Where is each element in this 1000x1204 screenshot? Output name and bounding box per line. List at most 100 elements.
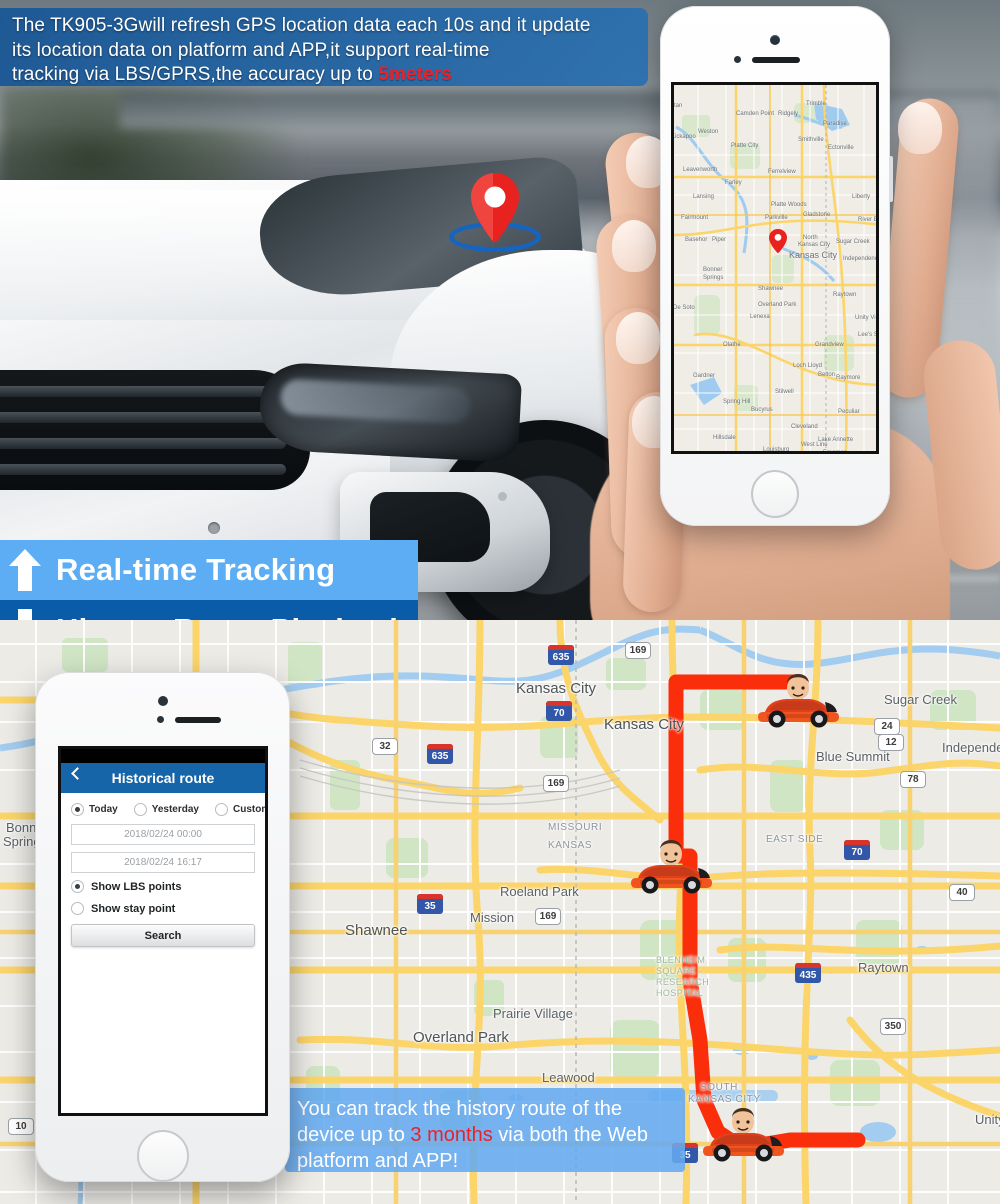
phone-map-label: Smithville — [798, 137, 824, 143]
range-option-yesterday[interactable]: Yesterday — [133, 803, 199, 816]
phone-map-label: Ectonville — [828, 145, 854, 151]
phone-map-label: Peculiar — [838, 409, 860, 415]
phone-map-label: Paradise — [823, 121, 847, 127]
map-label-hospital: BLENHEIM SQUARE - RESEARCH HOSPITAL — [656, 955, 710, 998]
car-sensor-dot-2 — [498, 492, 507, 501]
highway-shield: 435 — [795, 963, 821, 983]
phone-map-label: Kansas City — [789, 250, 838, 260]
option-show-stay-point[interactable]: Show stay point — [71, 902, 255, 915]
highway-shield: 78 — [900, 771, 926, 788]
status-bar — [61, 749, 265, 763]
phone-map-label: Raytown — [833, 292, 857, 298]
arrow-up-icon — [9, 549, 41, 591]
phone-map-label: Farley — [725, 180, 742, 186]
phone-map-label: Hillsdale — [713, 435, 736, 441]
highway-shield: 70 — [546, 701, 572, 721]
phone-map-label: Platte Woods — [771, 202, 807, 208]
car-sensor-dot — [208, 522, 220, 534]
phone-map-label: Parkville — [765, 215, 788, 221]
search-button-label: Search — [144, 929, 182, 942]
phone-map-label: De Soto — [673, 305, 695, 311]
phone-map-label: Basehor — [685, 237, 708, 243]
highway-shield: 169 — [535, 908, 561, 925]
vehicle-marker-icon[interactable] — [628, 838, 714, 894]
vehicle-marker-icon[interactable] — [755, 672, 841, 728]
front-camera-icon — [157, 696, 168, 706]
pin-glyph — [471, 173, 519, 243]
phone-map-label: Ridgely — [778, 111, 799, 117]
phone-map-label: Camden Point — [736, 111, 775, 117]
phone-map-label: Grandview — [815, 342, 844, 348]
map-label: Raytown — [858, 960, 909, 975]
power-button[interactable] — [889, 156, 893, 202]
top-banner-line-3: tracking via LBS/GPRS,the accuracy up to… — [12, 63, 638, 88]
range-option-today[interactable]: Today — [71, 803, 118, 816]
highway-shield: 169 — [625, 642, 651, 659]
highway-shield: 40 — [949, 884, 975, 901]
range-option-custom[interactable]: Custom — [214, 803, 265, 816]
map-pin-icon — [769, 229, 787, 254]
search-button[interactable]: Search — [71, 924, 255, 947]
vehicle-marker-icon[interactable] — [700, 1106, 786, 1162]
top-banner: The TK905-3Gwill refresh GPS location da… — [0, 8, 648, 86]
proximity-sensor-icon — [734, 56, 741, 63]
highway-shield: 169 — [543, 775, 569, 792]
map-label: Kansas City — [516, 680, 597, 697]
start-date-field[interactable]: 2018/02/24 00:00 — [71, 824, 255, 845]
phone-map-label: River Bend — [858, 217, 878, 223]
highway-shield: 32 — [372, 738, 398, 755]
phone-map-label: Iatan — [674, 103, 683, 109]
phone-map-label: Leavenworth — [683, 167, 718, 173]
phone-realtime-tracking: Kansas City Leavenworth Platte City Smithvi… — [660, 6, 893, 526]
phone-map-label: Lee's Sum — [858, 332, 878, 338]
range-label-yesterday: Yesterday — [151, 804, 199, 815]
phone-map-label: Loch Lloyd — [793, 363, 823, 369]
map-label: Sugar Creek — [884, 692, 957, 707]
phone-map-label: Gardner — [693, 373, 716, 379]
phone-map-label: Kickapoo — [671, 134, 696, 140]
highway-shield: 70 — [844, 840, 870, 860]
caption-highlight: 3 months — [410, 1124, 493, 1146]
radio-custom[interactable] — [214, 803, 228, 816]
map-label: SOUTH — [700, 1082, 738, 1093]
phone-map-label: Piper — [712, 237, 727, 243]
radio-show-stay-point[interactable] — [71, 902, 84, 915]
app-screen[interactable]: Historical route Today Yesterday Custom — [58, 746, 268, 1116]
end-date-field[interactable]: 2018/02/24 16:17 — [71, 852, 255, 873]
map-label: EAST SIDE — [766, 834, 824, 845]
home-button[interactable] — [751, 470, 799, 518]
top-banner-line-2: its location data on platform and APP,it… — [12, 39, 490, 61]
phone-map-label: Liberty — [852, 194, 871, 200]
end-date-value: 2018/02/24 16:17 — [124, 857, 202, 868]
phone-map-label: Shawnee — [758, 286, 784, 292]
radio-today[interactable] — [71, 803, 84, 816]
highway-shield: 635 — [427, 744, 453, 764]
feature-realtime-label: Real-time Tracking — [56, 552, 336, 587]
phone-map-label: Unity Village — [855, 315, 879, 321]
phone-map-label: Spring Hill — [723, 399, 751, 405]
phone-map-screen[interactable]: Kansas City Leavenworth Platte City Smithvi… — [671, 82, 879, 454]
map-label: Unity Village — [975, 1112, 1000, 1127]
phone-map-label: Bonner — [703, 267, 723, 273]
phone-map-label: Belton — [818, 372, 836, 378]
radio-show-lbs-points[interactable] — [71, 880, 84, 893]
feature-realtime-tracking: Real-time Tracking — [0, 540, 418, 600]
option-show-lbs-points[interactable]: Show LBS points — [71, 880, 255, 893]
phone-map-label: Olathe — [723, 342, 741, 348]
phone-map-label: Lansing — [693, 194, 715, 200]
map-label: Kansas City — [604, 716, 685, 733]
highway-shield: 12 — [878, 734, 904, 751]
hero-photo: Kansas City Leavenworth Platte City Smithvi… — [0, 0, 1000, 660]
top-banner-line-1: The TK905-3Gwill refresh GPS location da… — [12, 14, 638, 39]
phone-map-label: Bucyrus — [751, 407, 773, 413]
proximity-sensor-icon — [157, 716, 164, 723]
date-range-options: Today Yesterday Custom — [71, 803, 265, 816]
highway-shield: 10 — [8, 1118, 34, 1135]
earpiece-speaker — [752, 57, 800, 63]
map-pin-icon — [449, 172, 541, 254]
phone-map-label: Trimble — [806, 101, 826, 107]
map-label: Prairie Village — [493, 1006, 573, 1021]
radio-yesterday[interactable] — [133, 803, 147, 816]
map-label: Overland Park — [413, 1029, 509, 1046]
home-button[interactable] — [136, 1130, 189, 1182]
